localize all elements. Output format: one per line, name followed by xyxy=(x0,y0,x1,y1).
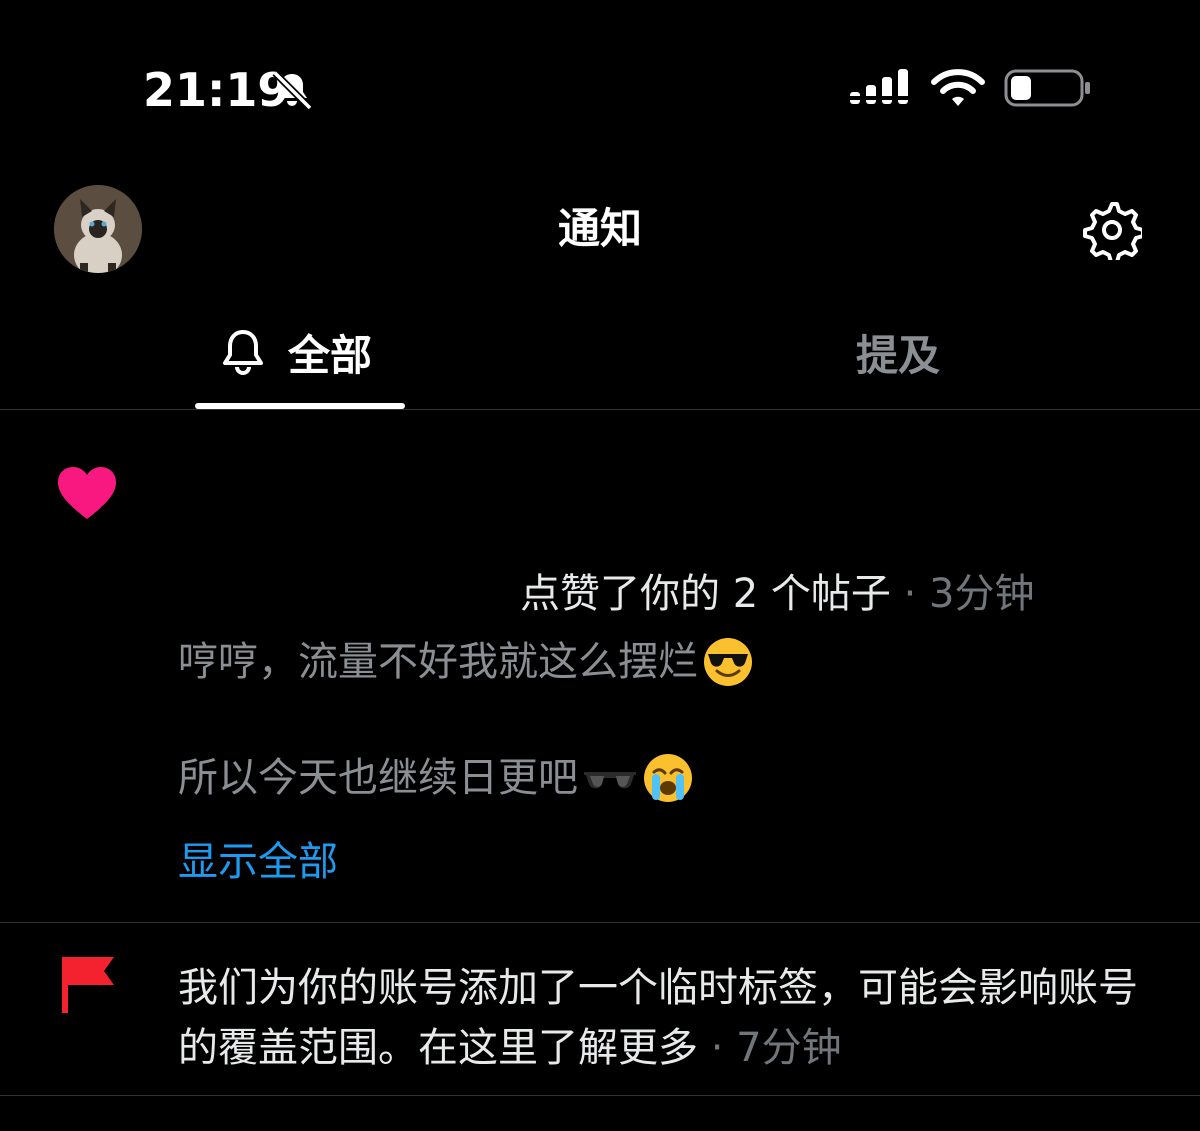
flag-icon xyxy=(62,957,114,1013)
tabs-divider xyxy=(0,409,1200,410)
post-text-line-1: 哼哼，流量不好我就这么摆烂 xyxy=(178,639,698,685)
like-action-line: 点赞了你的 2 个帖子 · 3分钟 xyxy=(520,568,1034,620)
tab-all[interactable]: 全部 xyxy=(218,322,372,382)
bell-slash-icon xyxy=(272,70,313,111)
liked-post-line-2: 所以今天也继续日更吧 xyxy=(178,752,694,804)
tab-mentions[interactable]: 提及 xyxy=(856,322,940,382)
smiling-face-with-sunglasses-icon xyxy=(704,638,752,686)
gear-icon[interactable] xyxy=(1082,200,1142,260)
notification-divider xyxy=(0,922,1200,923)
account-label-text: 我们为你的账号添加了一个临时标签，可能会影响账号的覆盖范围。在这里了解更多 xyxy=(178,965,1138,1071)
dark-sunglasses-icon xyxy=(584,772,636,789)
battery-low-icon xyxy=(1004,69,1090,107)
notification-divider xyxy=(0,1095,1200,1096)
notifications-screen: 21:19 通知 全部 提及 点赞了你的 2 个帖子 · 3分钟 哼哼，流量不好… xyxy=(0,0,1200,1131)
show-all-link[interactable]: 显示全部 xyxy=(178,836,338,888)
bell-icon xyxy=(223,330,263,375)
account-label-message: 我们为你的账号添加了一个临时标签，可能会影响账号的覆盖范围。在这里了解更多 · … xyxy=(178,958,1158,1078)
cellular-signal-icon xyxy=(850,69,908,104)
heart-icon xyxy=(58,467,116,519)
wifi-icon xyxy=(931,69,985,106)
page-title: 通知 xyxy=(557,204,642,253)
tab-all-label: 全部 xyxy=(288,330,373,380)
like-timestamp: · 3分钟 xyxy=(890,571,1035,617)
account-label-timestamp: · 7分钟 xyxy=(698,1025,842,1071)
tab-mentions-label: 提及 xyxy=(856,330,941,380)
post-text-line-2: 所以今天也继续日更吧 xyxy=(178,755,578,801)
loudly-crying-face-icon xyxy=(644,754,692,802)
like-action-text: 点赞了你的 2 个帖子 xyxy=(520,571,891,617)
status-time: 21:19 xyxy=(143,63,290,117)
liked-post-line-1: 哼哼，流量不好我就这么摆烂 xyxy=(178,636,754,688)
